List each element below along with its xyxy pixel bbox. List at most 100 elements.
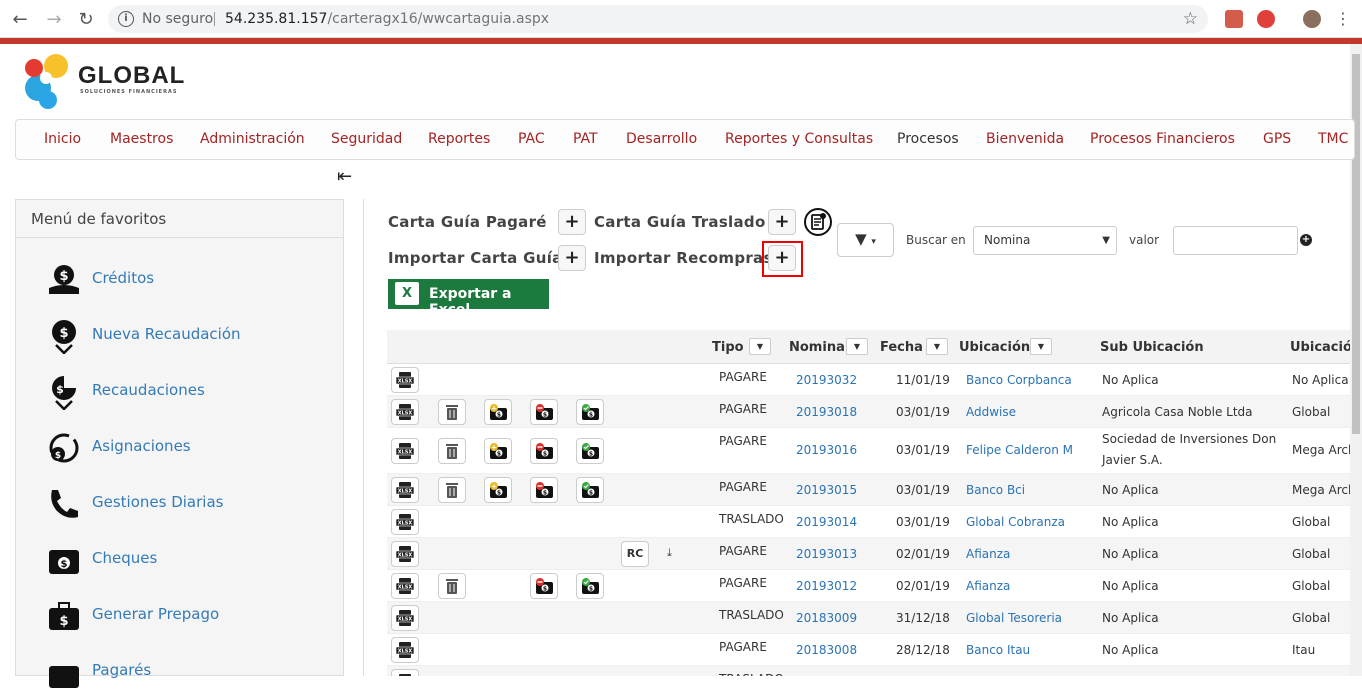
wallet-approve-button[interactable]: $ [576, 438, 604, 464]
fav-pagares[interactable]: Pagarés [16, 644, 343, 700]
cell-ubicacion[interactable]: Banco Itau [966, 643, 1030, 657]
wallet-approve-button[interactable]: $ [576, 477, 604, 503]
xlsx-button[interactable]: XLSX [391, 605, 419, 631]
wallet-approve-button[interactable]: $ [576, 573, 604, 599]
menu-administracion[interactable]: Administración [200, 131, 305, 147]
cell-ubicacion[interactable]: Banco Bci [966, 483, 1025, 497]
wallet-add-button[interactable]: $ + [484, 438, 512, 464]
nomina-dropdown-icon[interactable]: ▼ [846, 338, 868, 355]
forward-icon[interactable]: → [44, 9, 64, 30]
cell-ubicacion[interactable]: Afianza [966, 579, 1010, 593]
cell-ubicacion[interactable]: Global Cobranza [966, 515, 1065, 529]
trash-button[interactable] [438, 399, 466, 425]
menu-tmc[interactable]: TMC [1318, 131, 1348, 147]
cell-nomina[interactable]: 20193032 [796, 373, 857, 387]
fav-recaudaciones[interactable]: $ Recaudaciones [16, 364, 343, 420]
cell-nomina[interactable]: 20193012 [796, 579, 857, 593]
xlsx-button[interactable]: XLSX [391, 509, 419, 535]
scroll-thumb[interactable] [1352, 54, 1360, 434]
xlsx-button[interactable]: XLSX [391, 438, 419, 464]
menu-procesos-financieros[interactable]: Procesos Financieros [1090, 131, 1235, 147]
cell-nomina[interactable]: 20193013 [796, 547, 857, 561]
back-icon[interactable]: ← [10, 9, 30, 30]
wallet-remove-button[interactable]: $ [530, 399, 558, 425]
xlsx-button[interactable]: XLSX [391, 367, 419, 393]
cell-ubicacion[interactable]: Global Tesoreria [966, 611, 1062, 625]
menu-procesos[interactable]: Procesos [897, 131, 959, 147]
menu-reportes-consultas[interactable]: Reportes y Consultas [725, 131, 873, 147]
add-carta-traslado-button[interactable]: + [768, 209, 796, 235]
address-bar[interactable]: i No seguro 54.235.81.157/carteragx16/ww… [108, 5, 1208, 33]
menu-pat[interactable]: PAT [573, 131, 598, 147]
company-logo[interactable]: GLOBAL SOLUCIONES FINANCIERAS [22, 48, 202, 112]
wallet-add-button[interactable]: $ + [484, 477, 512, 503]
valor-input[interactable] [1173, 226, 1298, 255]
xlsx-button[interactable]: XLSX [391, 573, 419, 599]
download-icon[interactable]: ⤓ [667, 546, 672, 560]
search-field-select[interactable]: Nomina ▼ [973, 226, 1117, 255]
cell-ubicacion[interactable]: Addwise [966, 405, 1016, 419]
col-nomina[interactable]: Nomina [789, 340, 845, 355]
cell-ubicacion-2: Global [1292, 515, 1331, 529]
trash-button[interactable] [438, 573, 466, 599]
menu-reportes[interactable]: Reportes [428, 131, 490, 147]
collapse-sidebar-icon[interactable]: ⇤ [337, 166, 352, 187]
xlsx-button[interactable]: XLSX [391, 399, 419, 425]
add-carta-pagare-button[interactable]: + [558, 209, 586, 235]
menu-bienvenida[interactable]: Bienvenida [986, 131, 1064, 147]
wallet-remove-button[interactable]: $ [530, 438, 558, 464]
cell-nomina[interactable]: 20183009 [796, 611, 857, 625]
trash-button[interactable] [438, 438, 466, 464]
importar-carta-button[interactable]: + [558, 245, 586, 271]
xlsx-button[interactable]: XLSX [391, 669, 419, 676]
cell-nomina[interactable]: 20193015 [796, 483, 857, 497]
cell-ubicacion[interactable]: Afianza [966, 547, 1010, 561]
wallet-remove-button[interactable]: $ [530, 477, 558, 503]
menu-seguridad[interactable]: Seguridad [331, 131, 402, 147]
cell-ubicacion[interactable]: Felipe Calderon M [966, 443, 1073, 457]
xlsx-button[interactable]: XLSX [391, 477, 419, 503]
ubicacion-dropdown-icon[interactable]: ▼ [1030, 338, 1052, 355]
menu-gps[interactable]: GPS [1263, 131, 1291, 147]
col-ubicacion[interactable]: Ubicación [959, 340, 1030, 355]
fav-nueva-recaudacion[interactable]: $ Nueva Recaudación [16, 308, 343, 364]
cell-nomina[interactable]: 20193018 [796, 405, 857, 419]
bookmark-star-icon[interactable]: ☆ [1183, 5, 1198, 33]
xlsx-button[interactable]: XLSX [391, 637, 419, 663]
info-icon[interactable]: i [118, 11, 134, 27]
pdf-extension-icon[interactable] [1225, 10, 1243, 28]
menu-pac[interactable]: PAC [518, 131, 545, 147]
kebab-menu-icon[interactable]: ⋮ [1333, 9, 1353, 28]
fecha-dropdown-icon[interactable]: ▼ [926, 338, 948, 355]
filter-button[interactable]: ▼ ▾ [837, 223, 894, 257]
col-sub-ubicacion[interactable]: Sub Ubicación [1100, 340, 1204, 355]
wallet-approve-button[interactable]: $ [576, 399, 604, 425]
fav-creditos[interactable]: $ Créditos [16, 252, 343, 308]
col-fecha[interactable]: Fecha [880, 340, 923, 355]
clipboard-add-icon[interactable] [803, 207, 833, 237]
export-excel-button[interactable]: X Exportar a Excel [388, 279, 549, 318]
cell-nomina[interactable]: 20193016 [796, 443, 857, 457]
menu-maestros[interactable]: Maestros [110, 131, 173, 147]
fav-generar-prepago[interactable]: $ Generar Prepago [16, 588, 343, 644]
extension-icon[interactable] [1257, 10, 1275, 28]
profile-avatar[interactable] [1303, 10, 1321, 28]
fav-gestiones-diarias[interactable]: Gestiones Diarias [16, 476, 343, 532]
trash-button[interactable] [438, 477, 466, 503]
tipo-dropdown-icon[interactable]: ▼ [749, 338, 771, 355]
cell-nomina[interactable]: 20183008 [796, 643, 857, 657]
cell-nomina[interactable]: 20193014 [796, 515, 857, 529]
fav-asignaciones[interactable]: $ Asignaciones [16, 420, 343, 476]
col-tipo[interactable]: Tipo [712, 340, 744, 355]
menu-inicio[interactable]: Inicio [44, 131, 81, 147]
wallet-add-button[interactable]: $ + [484, 399, 512, 425]
rc-button[interactable]: RC [621, 541, 649, 567]
col-ubicacion-2[interactable]: Ubicación [1290, 340, 1350, 355]
wallet-remove-button[interactable]: $ [530, 573, 558, 599]
add-filter-icon[interactable]: + [1300, 234, 1312, 246]
xlsx-button[interactable]: XLSX [391, 541, 419, 567]
menu-desarrollo[interactable]: Desarrollo [626, 131, 697, 147]
fav-cheques[interactable]: $ Cheques [16, 532, 343, 588]
reload-icon[interactable]: ↻ [76, 9, 96, 30]
cell-ubicacion[interactable]: Banco Corpbanca [966, 373, 1072, 387]
